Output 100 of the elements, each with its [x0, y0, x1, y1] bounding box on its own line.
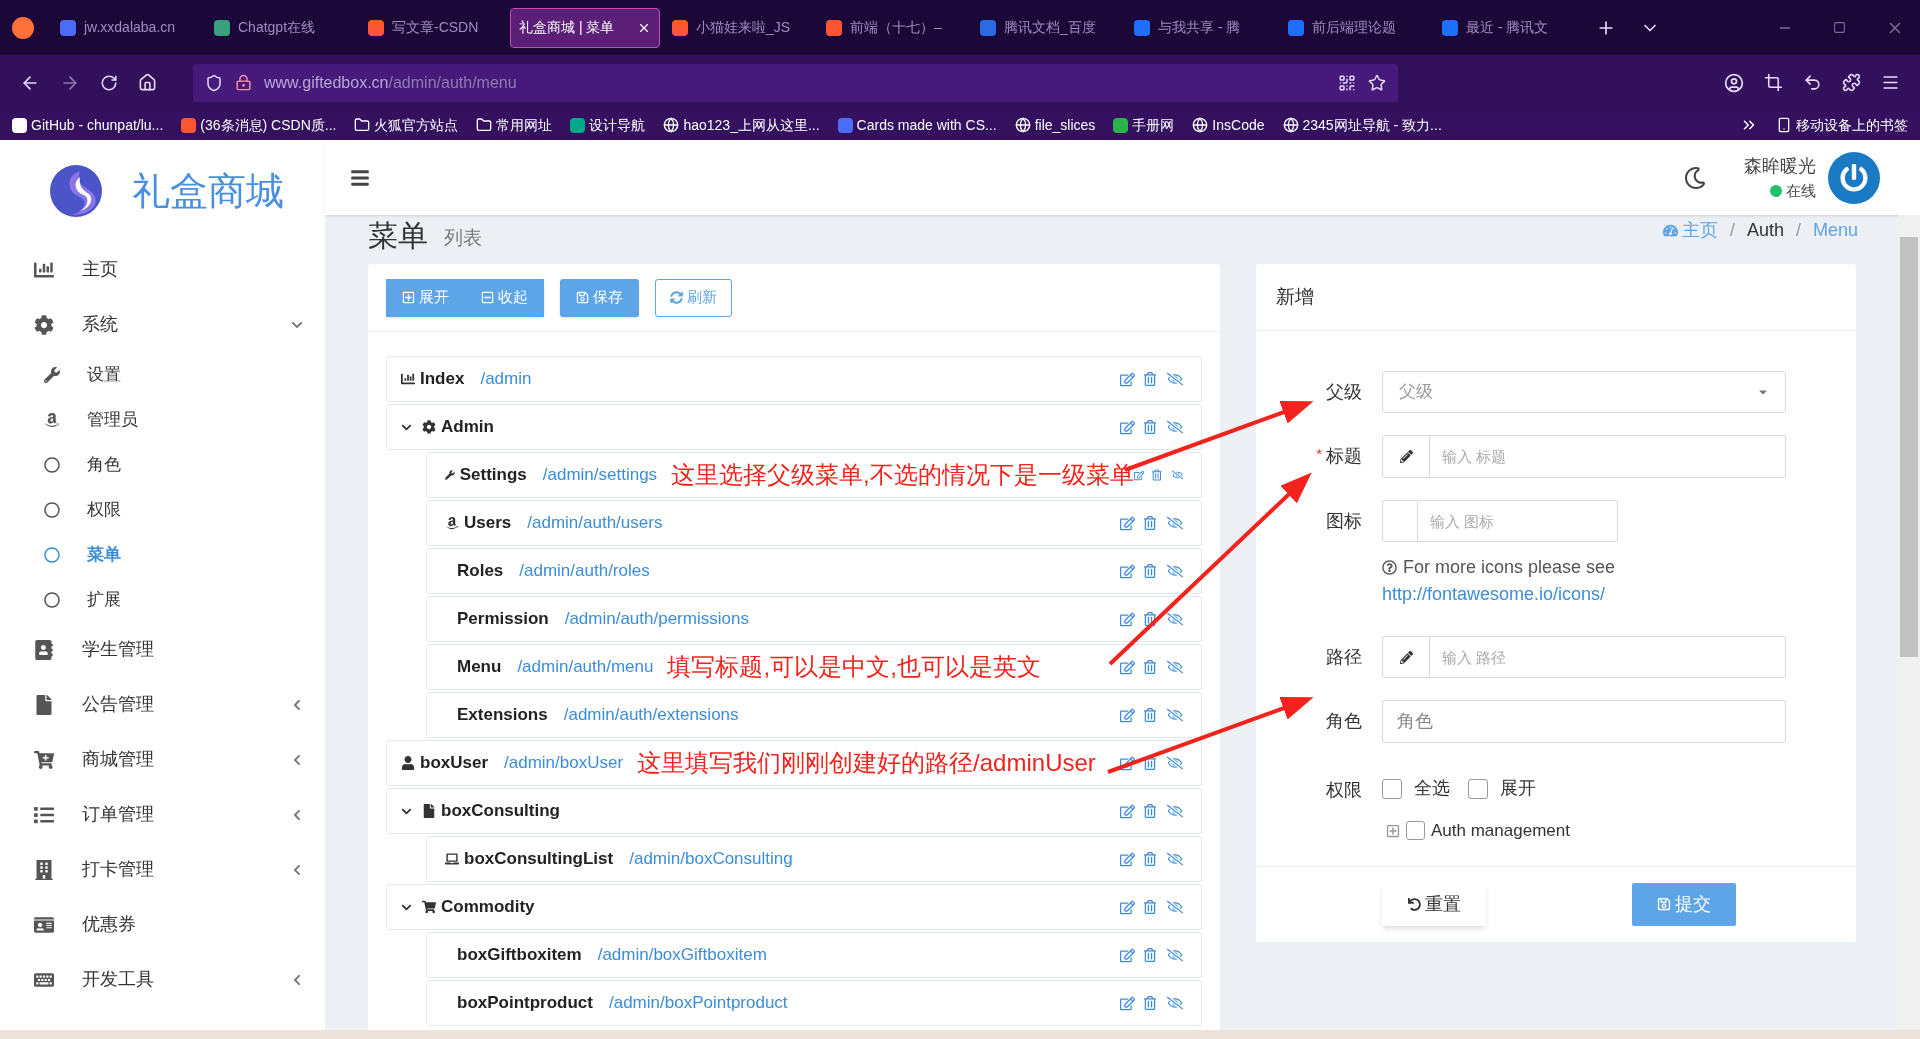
menu-tree-row[interactable]: Admin	[386, 404, 1202, 450]
bookmark-item[interactable]: 2345网址导航 - 致力...	[1282, 114, 1442, 136]
sidebar-item[interactable]: 主页	[0, 242, 325, 297]
sidebar-item[interactable]: 系统	[0, 297, 325, 352]
trash-icon[interactable]	[1143, 756, 1157, 770]
bookmark-item[interactable]: 设计导航	[570, 114, 646, 136]
browser-tab[interactable]: Chatgpt在线	[202, 7, 356, 48]
trash-icon[interactable]	[1152, 468, 1162, 482]
edit-icon[interactable]	[1120, 659, 1135, 675]
menu-tree-row[interactable]: Roles /admin/auth/roles	[426, 548, 1202, 594]
browser-tab[interactable]: jw.xxdalaba.cn	[48, 7, 202, 48]
browser-tab[interactable]: 与我共享 - 腾	[1122, 7, 1276, 48]
eye-slash-icon[interactable]	[1167, 419, 1183, 435]
qr-code-icon[interactable]	[1338, 73, 1356, 92]
menu-icon[interactable]	[1881, 73, 1900, 92]
bookmark-item[interactable]: 手册网	[1113, 114, 1175, 136]
sidebar-subitem[interactable]: 管理员	[0, 397, 325, 442]
browser-logo-icon[interactable]	[12, 16, 34, 39]
menu-tree-row[interactable]: boxPointproduct /admin/boxPointproduct	[426, 980, 1202, 1026]
undo-icon[interactable]	[1803, 73, 1822, 92]
trash-icon[interactable]	[1143, 516, 1157, 530]
menu-tree-row[interactable]: Users /admin/auth/users	[426, 500, 1202, 546]
checkbox[interactable]	[1468, 778, 1488, 799]
browser-tab[interactable]: 小猫娃来啦_JS	[660, 7, 814, 48]
reset-button[interactable]: 重置	[1382, 882, 1486, 926]
eye-slash-icon[interactable]	[1167, 659, 1183, 675]
edit-icon[interactable]	[1120, 803, 1135, 819]
menu-tree-row[interactable]: Menu /admin/auth/menu 填写标题,可以是中文,也可以是英文	[426, 644, 1202, 690]
edit-icon[interactable]	[1120, 755, 1135, 771]
home-icon[interactable]	[138, 73, 157, 92]
edit-icon[interactable]	[1120, 563, 1135, 579]
menu-tree-row[interactable]: Commodity	[386, 884, 1202, 930]
expand-node-icon[interactable]	[1386, 823, 1400, 838]
menu-tree-row[interactable]: boxConsultingList /admin/boxConsulting	[426, 836, 1202, 882]
avatar[interactable]	[1828, 151, 1880, 204]
edit-icon[interactable]	[1120, 419, 1135, 435]
title-field[interactable]: 输入 标题	[1430, 435, 1786, 478]
trash-icon[interactable]	[1143, 612, 1157, 626]
menu-tree-row[interactable]: boxUser /admin/boxUser 这里填写我们刚刚创建好的路径/adminUser	[386, 740, 1202, 786]
eye-slash-icon[interactable]	[1167, 611, 1183, 627]
edit-icon[interactable]	[1120, 611, 1135, 627]
sidebar-subitem[interactable]: 权限	[0, 487, 325, 532]
bookmark-item[interactable]: file_slices	[1014, 114, 1096, 136]
browser-tab[interactable]: 腾讯文档_百度	[968, 7, 1122, 48]
edit-icon[interactable]	[1120, 851, 1135, 867]
trash-icon[interactable]	[1143, 660, 1157, 674]
eye-slash-icon[interactable]	[1167, 755, 1183, 771]
sidebar-subitem[interactable]: 角色	[0, 442, 325, 487]
account-icon[interactable]	[1724, 72, 1744, 93]
bookmark-item[interactable]: Cards made with CS...	[837, 114, 997, 136]
sidebar-item[interactable]: 公告管理	[0, 677, 325, 732]
trash-icon[interactable]	[1143, 564, 1157, 578]
sidebar-item[interactable]: 商城管理	[0, 732, 325, 787]
browser-tab[interactable]: 最近 - 腾讯文	[1430, 7, 1584, 48]
address-bar[interactable]: www.giftedbox.cn/admin/auth/menu	[193, 63, 1398, 102]
edit-icon[interactable]	[1120, 515, 1135, 531]
sidebar-subitem[interactable]: 设置	[0, 352, 325, 397]
trash-icon[interactable]	[1143, 708, 1157, 722]
edit-icon[interactable]	[1120, 371, 1135, 387]
bookmark-item[interactable]: 移动设备上的书签	[1776, 114, 1908, 136]
checkbox[interactable]	[1382, 778, 1402, 799]
icons-link[interactable]: http://fontawesome.io/icons/	[1382, 581, 1618, 608]
menu-icon[interactable]	[350, 167, 370, 188]
menu-tree-row[interactable]: Index /admin	[386, 356, 1202, 402]
edit-icon[interactable]	[1120, 899, 1135, 915]
roles-field[interactable]: 角色	[1382, 700, 1786, 743]
eye-slash-icon[interactable]	[1167, 899, 1183, 915]
bookmark-item[interactable]: 火狐官方站点	[354, 114, 459, 136]
checkbox[interactable]	[1406, 821, 1425, 841]
browser-tab[interactable]: 写文章-CSDN	[356, 7, 510, 48]
path-field[interactable]: 输入 路径	[1430, 636, 1786, 678]
trash-icon[interactable]	[1143, 420, 1157, 434]
bookmark-item[interactable]: hao123_上网从这里...	[663, 114, 820, 136]
bookmark-item[interactable]: GitHub - chunpat/lu...	[12, 114, 164, 136]
menu-tree-row[interactable]: boxConsulting	[386, 788, 1202, 834]
browser-tab[interactable]: 礼盒商城 | 菜单	[510, 7, 660, 48]
eye-slash-icon[interactable]	[1167, 995, 1183, 1011]
icon-field[interactable]: 输入 图标	[1418, 500, 1618, 542]
trash-icon[interactable]	[1143, 804, 1157, 818]
eye-slash-icon[interactable]	[1167, 563, 1183, 579]
bookmark-item[interactable]: 常用网址	[476, 114, 553, 136]
sidebar-subitem[interactable]: 扩展	[0, 577, 325, 622]
trash-icon[interactable]	[1143, 852, 1157, 866]
sidebar-item[interactable]: 开发工具	[0, 952, 325, 1007]
crop-icon[interactable]	[1764, 73, 1783, 92]
eye-slash-icon[interactable]	[1167, 947, 1183, 963]
eye-slash-icon[interactable]	[1167, 371, 1183, 387]
eye-slash-icon[interactable]	[1167, 851, 1183, 867]
edit-icon[interactable]	[1120, 995, 1135, 1011]
maximize-icon[interactable]	[1833, 21, 1846, 34]
menu-tree-row[interactable]: Extensions /admin/auth/extensions	[426, 692, 1202, 738]
trash-icon[interactable]	[1143, 996, 1157, 1010]
edit-icon[interactable]	[1120, 947, 1135, 963]
scrollbar-thumb[interactable]	[1900, 237, 1918, 657]
trash-icon[interactable]	[1143, 948, 1157, 962]
sidebar-item[interactable]: 打卡管理	[0, 842, 325, 897]
trash-icon[interactable]	[1143, 900, 1157, 914]
edit-icon[interactable]	[1120, 707, 1135, 723]
browser-tab[interactable]: 前后端理论题	[1276, 7, 1430, 48]
bookmark-item[interactable]: InsCode	[1192, 114, 1265, 136]
